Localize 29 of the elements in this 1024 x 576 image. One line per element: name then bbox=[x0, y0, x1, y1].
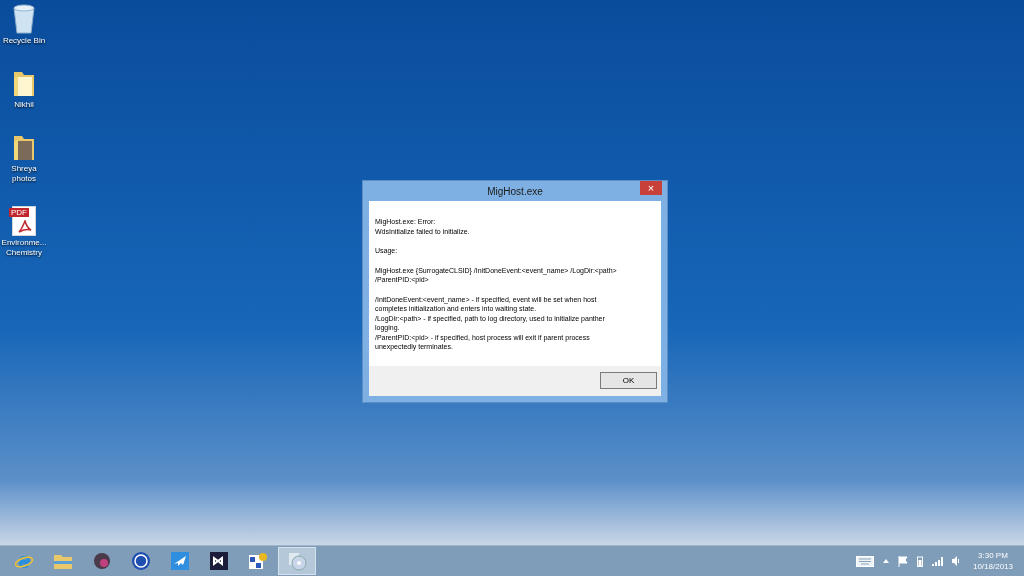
desktop-icon[interactable]: PDF Environme... Chemistry bbox=[0, 206, 48, 258]
close-button[interactable]: × bbox=[640, 181, 662, 195]
signal-icon[interactable] bbox=[931, 556, 943, 566]
desktop-icon-label: Nikhil bbox=[14, 100, 34, 110]
disc-icon bbox=[287, 551, 307, 571]
desktop-icon-label: Environme... Chemistry bbox=[0, 238, 48, 258]
desktop-icon[interactable]: Nikhil bbox=[0, 68, 48, 110]
flag-icon[interactable] bbox=[897, 555, 908, 567]
battery-icon[interactable] bbox=[916, 555, 923, 567]
keyboard-icon[interactable] bbox=[855, 555, 874, 567]
acrobat-logo bbox=[18, 220, 32, 234]
window-title: MigHost.exe bbox=[487, 184, 543, 199]
caret-up-icon[interactable] bbox=[882, 559, 889, 563]
clock-time: 3:30 PM bbox=[978, 550, 1008, 561]
desktop-icon[interactable]: Shreya photos bbox=[0, 132, 48, 184]
desktop-icon[interactable]: Recycle Bin bbox=[0, 4, 48, 46]
studio-icon bbox=[210, 552, 228, 570]
clock-date: 10/18/2013 bbox=[972, 561, 1013, 572]
recycle-bin-icon bbox=[11, 4, 37, 34]
paint-icon bbox=[248, 551, 268, 571]
orb-icon bbox=[93, 552, 111, 570]
pdf-label: PDF bbox=[9, 208, 29, 217]
folder-icon bbox=[53, 552, 73, 570]
ok-button[interactable]: OK bbox=[600, 372, 657, 389]
desktop-icon-label: Shreya photos bbox=[10, 164, 38, 184]
speaker-icon[interactable] bbox=[951, 556, 960, 566]
airplane-icon bbox=[171, 552, 189, 570]
globe-icon bbox=[131, 551, 151, 571]
desktop-icon-label: Recycle Bin bbox=[2, 36, 46, 46]
